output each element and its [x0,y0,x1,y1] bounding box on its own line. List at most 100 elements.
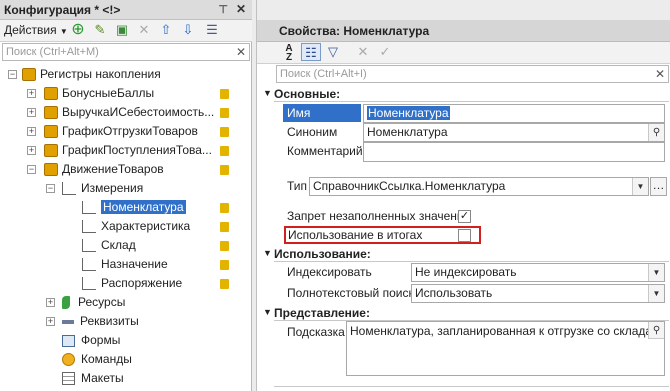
tree-node-register[interactable]: ГрафикОтгрузкиТоваров [44,122,198,141]
forbid-empty-checkbox[interactable]: ✓ [458,210,471,223]
dropdown-icon[interactable]: ▼ [632,178,648,195]
edit-icon[interactable]: ✎ [90,21,110,39]
name-field[interactable]: Номенклатура [363,104,665,123]
resources-icon [62,296,70,310]
dimensions-icon [62,182,76,196]
tree-node-label: ГрафикПоступленияТова... [62,143,212,157]
sort-az-icon[interactable]: AZ [279,44,299,63]
tree-node-label: Регистры накопления [40,67,161,81]
tree-node-register[interactable]: БонусныеБаллы [44,84,154,103]
tree-node-label: Команды [81,352,132,366]
tree-node-register[interactable]: ДвижениеТоваров [44,160,164,179]
collapse-icon[interactable]: − [46,184,55,193]
comment-label: Комментарий [287,144,363,158]
expand-icon[interactable]: + [27,127,36,136]
register-icon [44,125,58,139]
categories-icon[interactable]: ☷ [301,43,321,61]
usage-in-totals-checkbox[interactable] [458,229,471,242]
tree-node-label: ДвижениеТоваров [62,162,164,176]
tooltip-label: Подсказка [287,325,345,339]
lock-icon [220,127,229,137]
expand-icon[interactable]: + [46,317,55,326]
section-collapse-icon[interactable]: ▼ [263,248,272,258]
clear-search-icon[interactable]: ✕ [236,45,246,59]
lock-icon [220,89,229,99]
tooltip-value: Номенклатура, запланированная к отгрузке… [350,324,656,338]
tree-node-requisites[interactable]: Реквизиты [62,312,139,331]
tree-node-label: БонусныеБаллы [62,86,155,100]
tree-node-dimension[interactable]: Характеристика [82,217,190,236]
properties-search-input[interactable]: Поиск (Ctrl+Alt+I) ✕ [276,65,669,83]
tree-node-label: Распоряжение [101,276,183,290]
configuration-toolbar: Действия ▼ ⊕ ✎ ▣ ✕ ⇧ ⇩ ☰ [0,20,252,42]
search-icon[interactable]: ⚲ [648,322,664,339]
type-value: СправочникСсылка.Номенклатура [313,179,506,193]
section-collapse-icon[interactable]: ▼ [263,307,272,317]
tree-node-dimension-selected[interactable]: Номенклатура [82,198,186,217]
tree-node-commands[interactable]: Команды [62,350,132,369]
commands-icon [62,353,75,367]
name-value: Номенклатура [367,106,450,120]
delete-icon[interactable]: ✕ [134,21,154,39]
tree-node-label: Реквизиты [80,314,139,328]
add-icon[interactable]: ⊕ [68,21,88,39]
comment-field[interactable] [363,142,665,162]
tooltip-field[interactable]: Номенклатура, запланированная к отгрузке… [346,321,665,376]
collapse-icon[interactable]: − [8,70,17,79]
tree-node-register[interactable]: ВыручкаИСебестоимость... [44,103,214,122]
fulltext-label: Полнотекстовый поиск [287,286,414,300]
type-select-button[interactable]: … [650,177,667,196]
dropdown-icon[interactable]: ▼ [648,264,664,281]
configuration-search-input[interactable]: Поиск (Ctrl+Alt+M) ✕ [2,43,250,61]
tree-node-accumulation-registers[interactable]: Регистры накопления [22,65,161,84]
move-up-icon[interactable]: ⇧ [156,21,176,39]
properties-search-placeholder: Поиск (Ctrl+Alt+I) [280,68,367,80]
chevron-down-icon: ▼ [59,27,68,36]
type-label: Тип [287,179,308,193]
fulltext-select[interactable]: Использовать ▼ [411,284,665,303]
expand-icon[interactable]: + [27,89,36,98]
dropdown-icon[interactable]: ▼ [648,285,664,302]
section-usage-header: Использование: [274,247,371,261]
apply-icon[interactable]: ✓ [375,43,395,61]
expand-icon[interactable]: + [27,108,36,117]
tree-node-dimension[interactable]: Распоряжение [82,274,182,293]
name-label: Имя [287,106,311,120]
tree-node-dimension[interactable]: Склад [82,236,136,255]
close-icon[interactable]: ✕ [236,2,246,16]
collapse-icon[interactable]: − [27,165,36,174]
index-label: Индексировать [287,265,372,279]
properties-panel-title: Свойства: Номенклатура [279,24,430,38]
filter-icon[interactable]: ▽ [323,43,343,61]
clear-search-icon[interactable]: ✕ [655,67,665,81]
tree-node-forms[interactable]: Формы [62,331,120,350]
tree-node-register[interactable]: ГрафикПоступленияТова... [44,141,212,160]
pin-icon[interactable]: ⊤ [218,3,228,16]
search-icon[interactable]: ⚲ [648,124,664,141]
dimension-icon [82,201,96,215]
tree-node-label: Склад [101,238,136,252]
copy-icon[interactable]: ▣ [112,21,132,39]
section-collapse-icon[interactable]: ▼ [263,88,272,98]
move-down-icon[interactable]: ⇩ [178,21,198,39]
index-select[interactable]: Не индексировать ▼ [411,263,665,282]
list-icon[interactable]: ☰ [202,21,222,39]
tree-node-resources[interactable]: Ресурсы [62,293,125,312]
type-field[interactable]: СправочникСсылка.Номенклатура ▼ [309,177,649,196]
synonym-field[interactable]: Номенклатура ⚲ [363,123,665,142]
lock-icon [220,279,229,289]
expand-icon[interactable]: + [46,298,55,307]
tree-node-dimensions[interactable]: Измерения [62,179,143,198]
register-icon [44,106,58,120]
requisites-icon [62,319,74,324]
layouts-icon [62,372,75,386]
tree-node-dimension[interactable]: Назначение [82,255,168,274]
expand-icon[interactable]: + [27,146,36,155]
lock-icon [220,241,229,251]
tree-node-layouts[interactable]: Макеты [62,369,124,388]
tree-node-label: ГрафикОтгрузкиТоваров [62,124,198,138]
section-divider [274,101,669,102]
actions-menu-button[interactable]: Действия ▼ [4,23,68,37]
properties-toolbar: AZ ☷ ▽ ✕ ✓ [257,42,670,64]
delete-icon[interactable]: ✕ [353,43,373,61]
